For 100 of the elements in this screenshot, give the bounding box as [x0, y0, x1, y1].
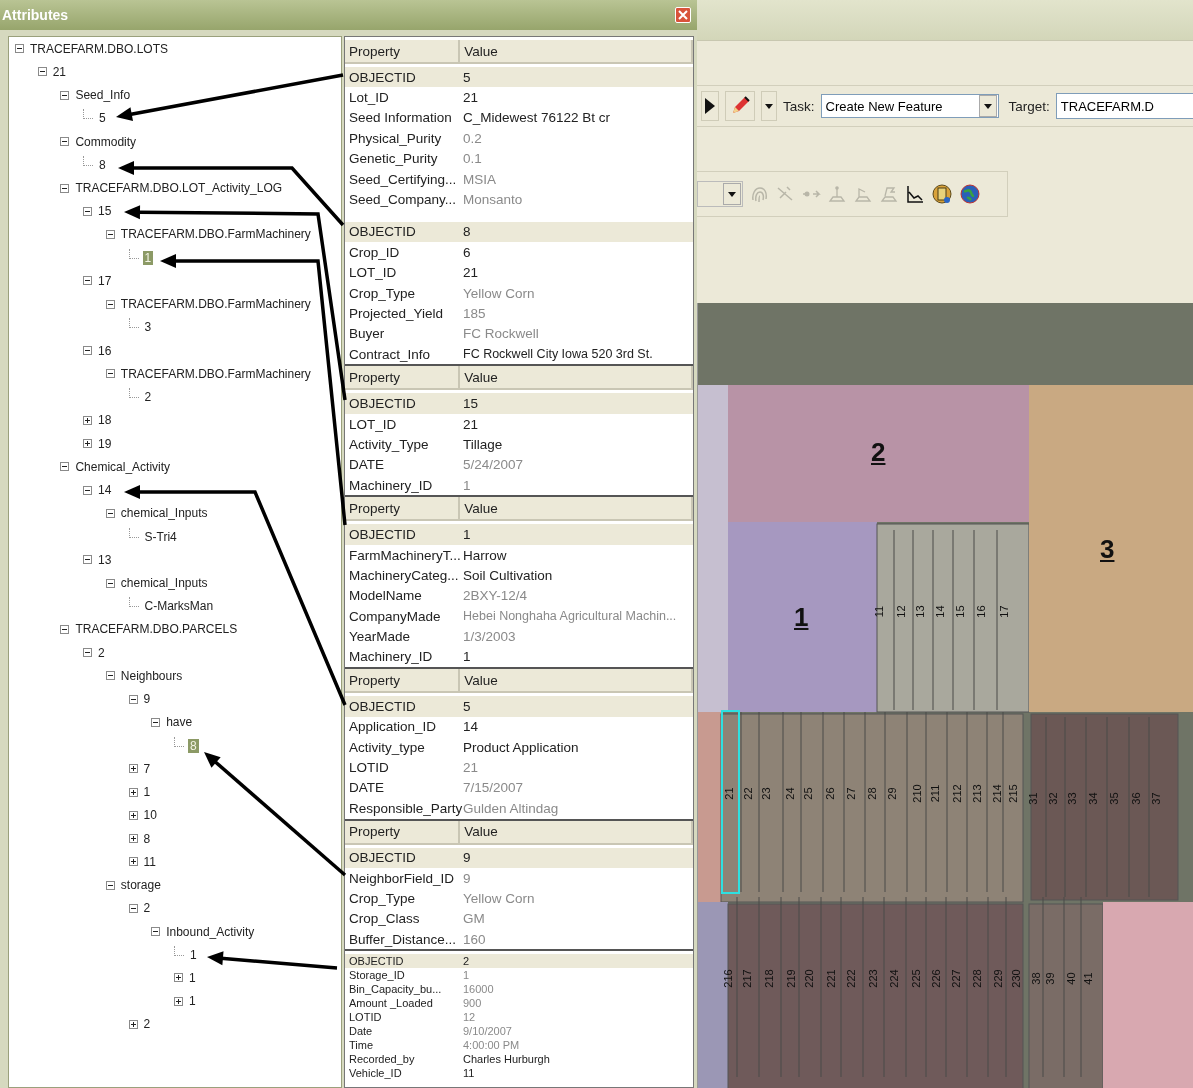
column-header[interactable]: Property: [345, 497, 461, 520]
tree-node[interactable]: 1: [186, 994, 198, 1009]
globe-icon[interactable]: [959, 183, 981, 205]
tree-node[interactable]: 21: [50, 64, 69, 79]
tree-node[interactable]: 16: [96, 343, 114, 358]
tree-node[interactable]: 2: [142, 390, 154, 405]
minus-box-icon[interactable]: [15, 44, 24, 54]
minus-box-icon[interactable]: [105, 299, 115, 309]
tree-node[interactable]: 17: [96, 273, 114, 288]
minus-box-icon[interactable]: [60, 183, 70, 193]
tree-node[interactable]: TRACEFARM.DBO.FarmMachinery: [118, 366, 313, 381]
minus-box-icon[interactable]: [105, 369, 115, 379]
tree-node[interactable]: 1: [186, 971, 198, 985]
column-header[interactable]: Value: [460, 366, 693, 389]
plus-box-icon[interactable]: [128, 764, 138, 774]
tree-node[interactable]: 2: [141, 1017, 153, 1032]
plus-box-icon[interactable]: [128, 787, 138, 797]
tree-node[interactable]: Neighbours: [118, 668, 185, 683]
property-name: Activity_Type: [348, 436, 430, 452]
tree-node[interactable]: TRACEFARM.DBO.FarmMachinery: [118, 227, 313, 242]
tree-node[interactable]: have: [164, 715, 195, 730]
tree-node[interactable]: Seed_Info: [73, 88, 133, 103]
building-globe-icon[interactable]: [931, 183, 953, 205]
column-header[interactable]: Property: [345, 366, 461, 389]
minus-box-icon[interactable]: [83, 276, 93, 286]
tree-node[interactable]: 1: [141, 785, 153, 800]
tree-node[interactable]: storage: [118, 878, 163, 893]
plus-box-icon[interactable]: [83, 439, 93, 449]
property-name: OBJECTID: [348, 224, 417, 240]
minus-box-icon[interactable]: [37, 67, 47, 77]
tree-node[interactable]: Inbound_Activity: [164, 924, 257, 939]
minus-box-icon[interactable]: [105, 671, 115, 681]
column-header[interactable]: Value: [460, 820, 693, 843]
profile-graph-icon[interactable]: [905, 184, 925, 204]
plus-box-icon[interactable]: [83, 415, 93, 425]
minus-box-icon[interactable]: [60, 90, 70, 100]
minus-box-icon[interactable]: [83, 648, 93, 658]
minus-box-icon[interactable]: [128, 694, 138, 704]
tree-node[interactable]: Commodity: [73, 134, 139, 149]
tree-node[interactable]: 9: [141, 692, 153, 707]
plus-box-icon[interactable]: [128, 1019, 138, 1029]
column-header[interactable]: Property: [345, 669, 461, 692]
dropdown-button[interactable]: [761, 91, 777, 121]
column-header[interactable]: Property: [345, 820, 461, 843]
tree-node[interactable]: 8: [97, 157, 108, 172]
tree-node[interactable]: 11: [141, 854, 158, 869]
minus-box-icon[interactable]: [60, 624, 70, 634]
tree-node[interactable]: TRACEFARM.DBO.LOT_Activity_LOG: [73, 181, 285, 195]
tree-node[interactable]: 10: [141, 808, 159, 823]
tree-node[interactable]: 2: [141, 901, 153, 916]
plus-box-icon[interactable]: [173, 973, 183, 983]
tree-node[interactable]: 15: [96, 204, 114, 219]
minus-box-icon[interactable]: [151, 717, 161, 727]
minus-box-icon[interactable]: [83, 206, 93, 216]
select-tool-button[interactable]: [701, 91, 719, 121]
column-header[interactable]: Value: [460, 40, 693, 62]
column-header[interactable]: Value: [460, 669, 693, 692]
strip-label: 24: [784, 787, 796, 800]
minus-box-icon[interactable]: [105, 230, 115, 239]
tree-node[interactable]: chemical_Inputs: [118, 576, 210, 590]
minus-box-icon[interactable]: [151, 927, 161, 936]
minus-box-icon[interactable]: [83, 485, 93, 495]
plus-box-icon[interactable]: [173, 996, 183, 1006]
tree-node[interactable]: S-Tri4: [142, 529, 179, 544]
minus-box-icon[interactable]: [105, 578, 115, 588]
minus-box-icon[interactable]: [83, 555, 93, 565]
plus-box-icon[interactable]: [128, 857, 138, 867]
tree-node[interactable]: TRACEFARM.DBO.LOTS: [28, 41, 171, 56]
plus-box-icon[interactable]: [128, 810, 138, 820]
task-dropdown[interactable]: Create New Feature: [820, 94, 999, 118]
tree-node[interactable]: 18: [96, 413, 114, 428]
tree-node[interactable]: TRACEFARM.DBO.PARCELS: [73, 622, 240, 637]
close-button[interactable]: [675, 7, 691, 23]
strip-label: 40: [1065, 972, 1077, 985]
minus-box-icon[interactable]: [105, 508, 115, 518]
target-dropdown[interactable]: TRACEFARM.D: [1055, 93, 1193, 119]
tree-node[interactable]: chemical_Inputs: [118, 506, 210, 521]
tree-node[interactable]: 19: [96, 436, 114, 451]
minus-box-icon[interactable]: [60, 137, 70, 147]
tree-node[interactable]: 5: [97, 111, 108, 126]
tree-node[interactable]: 14: [96, 483, 114, 498]
minus-box-icon[interactable]: [83, 346, 93, 356]
tree-node[interactable]: Chemical_Activity: [73, 459, 173, 474]
tree-node[interactable]: 1: [187, 947, 199, 962]
tree-node[interactable]: C-MarksMan: [142, 599, 216, 614]
plus-box-icon[interactable]: [128, 834, 138, 844]
tree-node[interactable]: TRACEFARM.DBO.FarmMachinery: [118, 297, 313, 312]
tree-node[interactable]: 8: [141, 831, 153, 846]
strip-label: 28: [866, 787, 878, 800]
minus-box-icon[interactable]: [60, 462, 70, 472]
tree-node[interactable]: 13: [96, 552, 114, 567]
tree-node[interactable]: 3: [142, 320, 154, 335]
sketch-tool-button[interactable]: [725, 91, 755, 121]
minus-box-icon[interactable]: [128, 903, 138, 913]
column-header[interactable]: Value: [460, 497, 693, 520]
tree-node[interactable]: 2: [96, 645, 107, 660]
minus-box-icon[interactable]: [105, 880, 115, 890]
column-header[interactable]: Property: [345, 40, 461, 62]
map-view[interactable]: 2 1 3 11 12 13 14 15 16 17 21 22 23 24 25 26 27 28 29 210 211 212 213 214 215 31 32 33 34 35 36 37 216 217 218 219 220 221 222 223 224 225 226 227 228 229 230 38 39 40 41: [697, 303, 1193, 1088]
tree-node[interactable]: 7: [141, 761, 153, 776]
